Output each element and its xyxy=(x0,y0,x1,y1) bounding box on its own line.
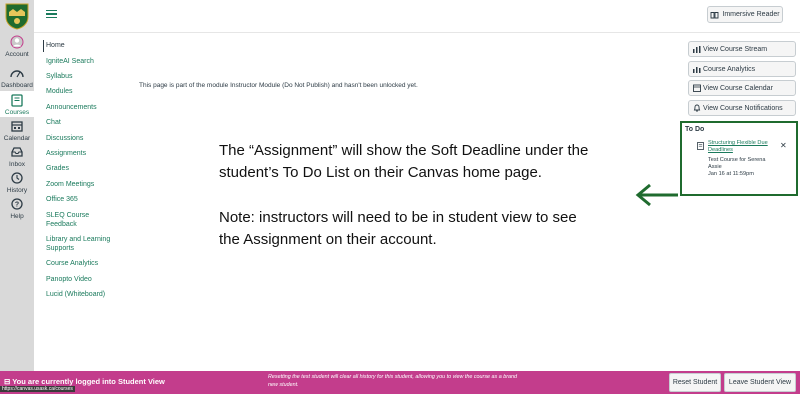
annotation-line-1: The “Assignment” will show the Soft Dead… xyxy=(219,142,589,159)
leave-student-view-button[interactable]: Leave Student View xyxy=(724,373,796,392)
calendar-icon xyxy=(9,119,25,133)
course-nav-course-analytics[interactable]: Course Analytics xyxy=(46,260,98,269)
global-nav-label: Calendar xyxy=(3,135,31,142)
global-nav-label: Account xyxy=(5,51,29,58)
course-nav-syllabus[interactable]: Syllabus xyxy=(46,73,72,82)
global-nav: Account Dashboard Courses Calendar Inbox xyxy=(0,0,34,371)
view-course-notifications-button[interactable]: View Course Notifications xyxy=(688,100,796,116)
immersive-reader-icon xyxy=(710,11,719,18)
global-nav-label: Dashboard xyxy=(1,82,33,89)
course-nav-zoom-meetings[interactable]: Zoom Meetings xyxy=(46,181,94,190)
global-nav-history[interactable]: History xyxy=(0,171,34,195)
pointer-arrow-icon xyxy=(635,183,678,207)
annotation-line-3: Note: instructors will need to be in stu… xyxy=(219,209,577,226)
view-course-notifications-label: View Course Notifications xyxy=(703,104,783,112)
annotation-line-4: the Assignment on their account. xyxy=(219,231,437,248)
stream-bars-icon xyxy=(693,45,701,53)
course-nav-library-learning[interactable]: Library and Learning xyxy=(46,236,110,245)
global-nav-label: Inbox xyxy=(9,161,25,168)
lock-message-prefix: This page is part of the module xyxy=(139,82,231,89)
immersive-reader-label: Immersive Reader xyxy=(722,11,780,18)
lock-message-suffix: and hasn't been unlocked yet. xyxy=(329,82,418,89)
calendar-icon xyxy=(693,84,701,92)
todo-title: To Do xyxy=(685,126,705,133)
module-locked-message: This page is part of the module Instruct… xyxy=(139,82,418,89)
help-icon: ? xyxy=(9,197,25,211)
course-nav-grades[interactable]: Grades xyxy=(46,165,69,174)
assignment-icon xyxy=(697,142,704,150)
university-crest-logo[interactable] xyxy=(5,3,29,30)
global-nav-dashboard[interactable]: Dashboard xyxy=(0,66,34,90)
account-avatar-icon xyxy=(9,35,25,49)
canvas-course-page: Account Dashboard Courses Calendar Inbox xyxy=(0,0,800,394)
annotation-line-2: student’s To Do List on their Canvas hom… xyxy=(219,164,542,181)
view-course-calendar-label: View Course Calendar xyxy=(703,84,773,92)
course-nav-chat[interactable]: Chat xyxy=(46,119,61,128)
student-view-text: You are currently logged into Student Vi… xyxy=(12,377,165,386)
course-nav-discussions[interactable]: Discussions xyxy=(46,135,83,144)
course-nav-home[interactable]: Home xyxy=(46,42,65,51)
view-course-stream-label: View Course Stream xyxy=(703,45,768,53)
course-nav-modules[interactable]: Modules xyxy=(46,88,72,97)
course-analytics-button[interactable]: Course Analytics xyxy=(688,61,796,77)
course-nav-announcements[interactable]: Announcements xyxy=(46,104,97,113)
global-nav-label: History xyxy=(6,187,28,194)
todo-due-date: Jan 16 at 11:59pm xyxy=(708,171,754,177)
student-view-message: ⊟ You are currently logged into Student … xyxy=(4,377,165,386)
inbox-icon xyxy=(9,145,25,159)
course-nav-office-365[interactable]: Office 365 xyxy=(46,196,78,205)
todo-dismiss-close-icon[interactable]: ✕ xyxy=(780,141,787,150)
courses-book-icon xyxy=(9,93,25,107)
global-nav-inbox[interactable]: Inbox xyxy=(0,145,34,169)
bell-icon xyxy=(693,104,701,112)
status-url: https://canvas.usask.ca/courses xyxy=(0,386,75,392)
analytics-bars-icon xyxy=(693,66,701,73)
course-nav-panopto-video[interactable]: Panopto Video xyxy=(46,276,92,285)
student-view-bar: ⊟ You are currently logged into Student … xyxy=(0,371,800,394)
reset-student-button[interactable]: Reset Student xyxy=(669,373,721,392)
locked-module-name: Instructor Module (Do Not Publish) xyxy=(230,82,330,89)
todo-list-highlight: To Do Structuring Flexible Due Deadlines… xyxy=(680,121,798,196)
global-nav-courses[interactable]: Courses xyxy=(0,91,34,117)
svg-text:?: ? xyxy=(15,202,19,209)
todo-course-name: Test Course for Serena Assie xyxy=(708,157,766,170)
course-nav-sleq-course[interactable]: SLEQ Course xyxy=(46,212,89,221)
course-menu-toggle-icon[interactable] xyxy=(46,10,57,18)
global-nav-calendar[interactable]: Calendar xyxy=(0,119,34,143)
view-course-stream-button[interactable]: View Course Stream xyxy=(688,41,796,57)
header-divider xyxy=(34,32,800,33)
active-indicator xyxy=(43,40,44,52)
global-nav-label: Help xyxy=(10,213,24,220)
course-nav-igniteai-search[interactable]: IgniteAI Search xyxy=(46,58,94,67)
global-nav-account[interactable]: Account xyxy=(0,35,34,62)
history-clock-icon xyxy=(9,171,25,185)
course-analytics-label: Course Analytics xyxy=(703,65,756,73)
course-nav-lucid-whiteboard[interactable]: Lucid (Whiteboard) xyxy=(46,291,105,300)
todo-assignment-link[interactable]: Structuring Flexible Due Deadlines xyxy=(708,140,776,154)
global-nav-help[interactable]: ? Help xyxy=(0,197,34,221)
reset-info-text: Resetting the test student will clear al… xyxy=(268,374,517,388)
course-nav-library-supports[interactable]: Supports xyxy=(46,245,74,254)
course-nav-sleq-feedback[interactable]: Feedback xyxy=(46,221,77,230)
student-view-icon: ⊟ xyxy=(4,377,13,386)
course-nav-assignments[interactable]: Assignments xyxy=(46,150,86,159)
global-nav-label: Courses xyxy=(4,109,30,116)
view-course-calendar-button[interactable]: View Course Calendar xyxy=(688,80,796,96)
immersive-reader-button[interactable]: Immersive Reader xyxy=(707,6,783,23)
dashboard-icon xyxy=(9,66,25,80)
